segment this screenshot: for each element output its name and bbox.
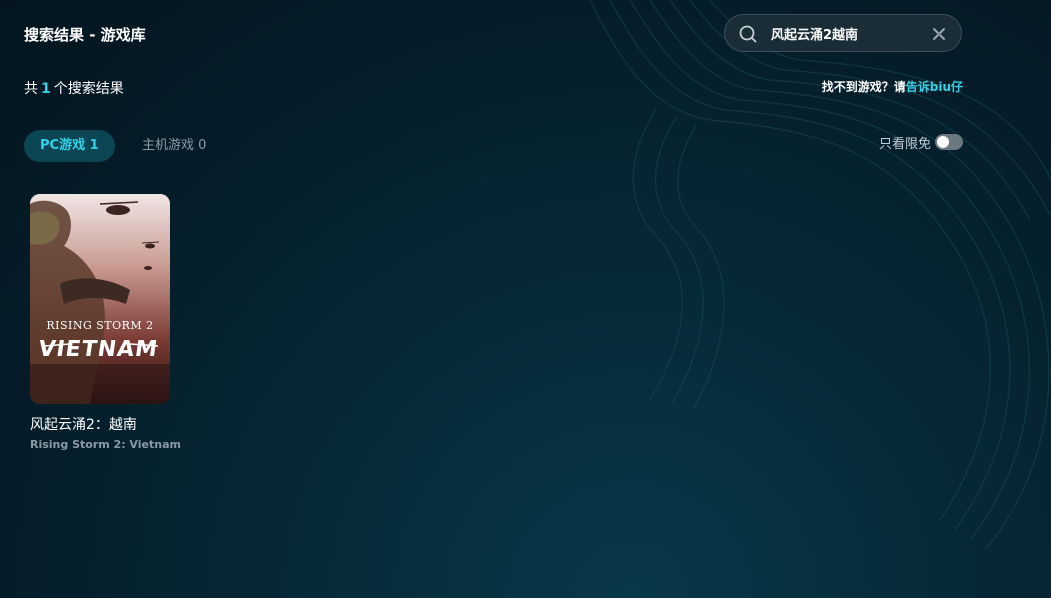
search-icon	[739, 25, 757, 43]
game-cover-image: RISING STORM 2 VIETNAM	[30, 194, 170, 404]
page-title: 搜索结果 - 游戏库	[24, 26, 146, 44]
result-count-number: 1	[41, 81, 51, 97]
free-only-toggle[interactable]	[935, 134, 963, 150]
game-card[interactable]: RISING STORM 2 VIETNAM 风起云涌2：越南 Rising S…	[30, 194, 181, 451]
free-only-filter: 只看限免	[878, 133, 963, 152]
background-contour-lines	[589, 0, 1051, 551]
toggle-knob	[937, 136, 949, 148]
clear-search-icon[interactable]	[931, 26, 947, 42]
game-english-name: Rising Storm 2: Vietnam	[30, 438, 181, 451]
cover-logo-subtitle: VIETNAM	[37, 336, 160, 362]
cover-artwork: RISING STORM 2 VIETNAM	[30, 194, 170, 404]
result-count: 共 1 个搜索结果	[24, 78, 124, 98]
tab-pc-games[interactable]: PC游戏 1	[24, 130, 115, 162]
tab-console-games[interactable]: 主机游戏 0	[126, 130, 222, 162]
search-box[interactable]	[724, 14, 962, 52]
result-count-prefix: 共	[24, 81, 38, 97]
free-only-label: 只看限免	[878, 136, 931, 152]
game-name: 风起云涌2：越南	[30, 417, 137, 433]
search-input[interactable]	[771, 23, 921, 43]
feedback-prompt: 找不到游戏？请告诉biu仔	[822, 78, 963, 95]
cover-logo-title: RISING STORM 2	[46, 319, 153, 332]
result-count-suffix: 个搜索结果	[53, 81, 124, 97]
feedback-link[interactable]: 告诉biu仔	[906, 80, 963, 94]
feedback-text: 找不到游戏？请	[821, 80, 906, 94]
